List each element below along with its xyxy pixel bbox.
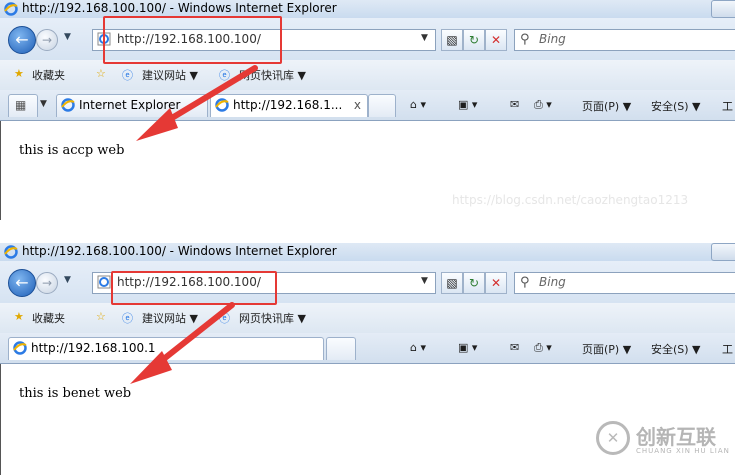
page-content: this is benet web: [0, 364, 735, 475]
mail-icon[interactable]: ✉: [510, 341, 519, 354]
history-dropdown-icon[interactable]: ▼: [64, 32, 71, 42]
ie-icon: [97, 275, 111, 292]
stop-icon[interactable]: ✕: [485, 29, 507, 51]
favorites-button[interactable]: 收藏夹: [32, 67, 65, 83]
close-tab-icon[interactable]: x: [354, 98, 361, 112]
search-box[interactable]: ⚲ Bing: [514, 29, 735, 51]
ie-icon: [4, 2, 18, 19]
suggested-sites-link[interactable]: 建议网站 ▼: [142, 67, 198, 83]
safety-menu[interactable]: 安全(S) ▼: [651, 98, 701, 114]
ie-icon: ⓔ: [219, 69, 230, 82]
favorites-star-icon[interactable]: ★: [14, 310, 24, 323]
tab-list-dropdown-icon[interactable]: ▼: [40, 99, 47, 109]
address-highlight-box: [111, 271, 277, 305]
print-icon[interactable]: ⎙ ▾: [534, 98, 552, 112]
tools-menu[interactable]: 工: [722, 98, 733, 114]
address-highlight-box: [103, 16, 282, 64]
ie-icon: ⓔ: [122, 69, 133, 82]
window-title: http://192.168.100.100/ - Windows Intern…: [22, 1, 337, 15]
search-box[interactable]: ⚲ Bing: [514, 272, 735, 294]
ie-icon: [215, 98, 229, 115]
address-dropdown-icon[interactable]: ▼: [421, 276, 428, 286]
logo-subtext: CHUANG XIN HU LIAN: [636, 447, 730, 455]
window-control-button[interactable]: [711, 243, 735, 261]
quick-tabs-icon: ▦: [15, 98, 27, 112]
mail-icon[interactable]: ✉: [510, 98, 519, 111]
ie-icon: [13, 341, 27, 358]
search-icon: ⚲: [520, 275, 530, 290]
tab-label: http://192.168.100.1: [31, 341, 156, 355]
title-bar: http://192.168.100.100/ - Windows Intern…: [0, 243, 735, 261]
refresh-icon[interactable]: ↻: [463, 29, 485, 51]
tab-internet-explorer[interactable]: Internet Explorer: [56, 94, 208, 117]
new-tab-button[interactable]: [326, 337, 356, 360]
add-favorites-icon[interactable]: ☆: [96, 67, 106, 80]
compat-view-icon[interactable]: ▧: [441, 272, 463, 294]
window-control-button[interactable]: [711, 0, 735, 18]
print-icon[interactable]: ⎙ ▾: [534, 341, 552, 355]
ie-icon: ⓔ: [219, 312, 230, 325]
browser-window-accp: http://192.168.100.100/ - Windows Intern…: [0, 0, 735, 220]
back-arrow-icon[interactable]: ←: [8, 26, 36, 54]
forward-arrow-icon[interactable]: →: [36, 29, 58, 51]
search-placeholder[interactable]: Bing: [539, 32, 566, 46]
logo-mark-icon: ✕: [596, 421, 630, 455]
watermark: https://blog.csdn.net/caozhengtao1213: [452, 193, 689, 207]
tab-active-page[interactable]: http://192.168.1... x: [210, 94, 368, 117]
window-title: http://192.168.100.100/ - Windows Intern…: [22, 244, 337, 258]
new-tab-button[interactable]: [368, 94, 396, 117]
favorites-bar: ★ 收藏夹 ☆ ⓔ 建议网站 ▼ ⓔ 网页快讯库 ▼: [0, 60, 735, 90]
history-dropdown-icon[interactable]: ▼: [64, 275, 71, 285]
home-icon[interactable]: ⌂ ▾: [410, 98, 426, 111]
tab-bar: ▦ ▼ Internet Explorer http://192.168.1..…: [0, 90, 735, 121]
ie-icon: [4, 245, 18, 262]
back-arrow-icon[interactable]: ←: [8, 269, 36, 297]
logo-text: 创新互联: [636, 425, 716, 449]
home-icon[interactable]: ⌂ ▾: [410, 341, 426, 354]
feeds-icon[interactable]: ▣ ▾: [458, 98, 477, 111]
page-text: this is benet web: [19, 386, 132, 401]
feeds-icon[interactable]: ▣ ▾: [458, 341, 477, 354]
tab-bar: http://192.168.100.1 ⌂ ▾ ▣ ▾ ✉ ⎙ ▾ 页面(P)…: [0, 333, 735, 364]
page-text: this is accp web: [19, 143, 125, 158]
suggested-sites-link[interactable]: 建议网站 ▼: [142, 310, 198, 326]
refresh-icon[interactable]: ↻: [463, 272, 485, 294]
web-slices-link[interactable]: 网页快讯库 ▼: [239, 67, 306, 83]
separator: [0, 220, 735, 243]
tab-label: http://192.168.1...: [233, 98, 343, 112]
search-placeholder[interactable]: Bing: [539, 275, 566, 289]
favorites-bar: ★ 收藏夹 ☆ ⓔ 建议网站 ▼ ⓔ 网页快讯库 ▼: [0, 303, 735, 333]
web-slices-link[interactable]: 网页快讯库 ▼: [239, 310, 306, 326]
tab-label: Internet Explorer: [79, 98, 181, 112]
ie-icon: [61, 98, 75, 115]
browser-window-benet: http://192.168.100.100/ - Windows Intern…: [0, 243, 735, 475]
safety-menu[interactable]: 安全(S) ▼: [651, 341, 701, 357]
add-favorites-icon[interactable]: ☆: [96, 310, 106, 323]
stop-icon[interactable]: ✕: [485, 272, 507, 294]
quick-tabs-button[interactable]: ▦: [8, 94, 38, 117]
ie-icon: ⓔ: [122, 312, 133, 325]
forward-arrow-icon[interactable]: →: [36, 272, 58, 294]
page-menu[interactable]: 页面(P) ▼: [582, 98, 631, 114]
page-menu[interactable]: 页面(P) ▼: [582, 341, 631, 357]
tools-menu[interactable]: 工: [722, 341, 733, 357]
address-dropdown-icon[interactable]: ▼: [421, 33, 428, 43]
favorites-button[interactable]: 收藏夹: [32, 310, 65, 326]
favorites-star-icon[interactable]: ★: [14, 67, 24, 80]
tab-active-page[interactable]: http://192.168.100.1: [8, 337, 324, 360]
search-icon: ⚲: [520, 32, 530, 47]
compat-view-icon[interactable]: ▧: [441, 29, 463, 51]
